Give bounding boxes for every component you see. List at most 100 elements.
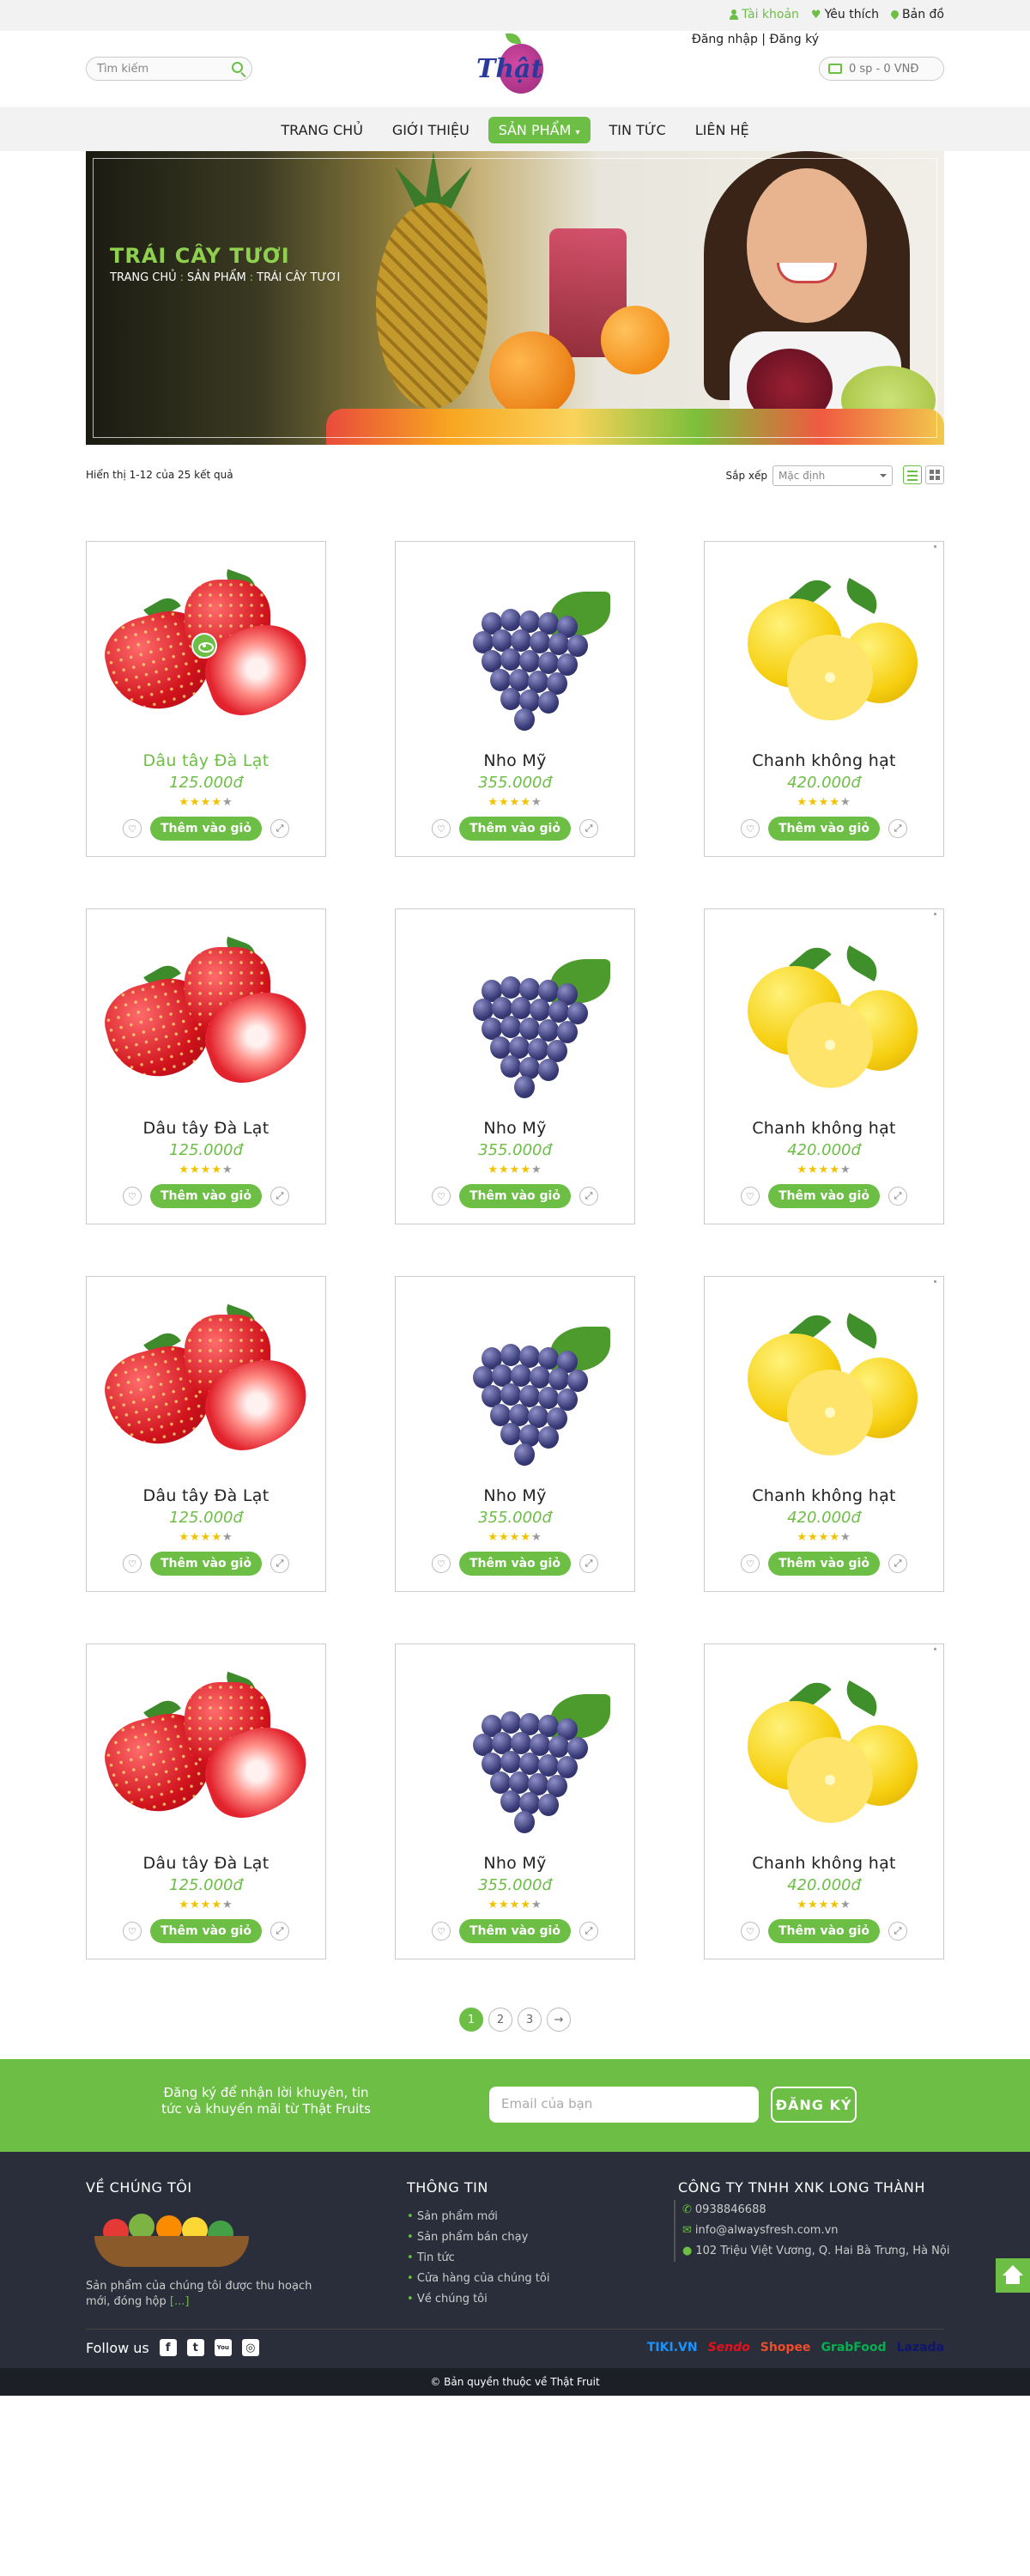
compare-icon[interactable]: ⤢ — [270, 1554, 289, 1573]
compare-icon[interactable]: ⤢ — [888, 1554, 907, 1573]
wishlist-heart-icon[interactable]: ♡ — [123, 1187, 142, 1206]
product-card[interactable]: Dâu tây Đà Lạt 125.000đ ★★★★★ ♡ Thêm vào… — [86, 908, 326, 1224]
compare-icon[interactable]: ⤢ — [888, 1187, 907, 1206]
add-to-cart-button[interactable]: Thêm vào giỏ — [768, 1184, 880, 1208]
shopee-logo[interactable]: Shopee — [760, 2341, 811, 2354]
product-card[interactable]: Nho Mỹ 355.000đ ★★★★★ ♡ Thêm vào giỏ ⤢ — [395, 908, 635, 1224]
footer-link-news[interactable]: Tin tức — [407, 2248, 549, 2269]
compare-icon[interactable]: ⤢ — [579, 819, 598, 838]
wishlist-heart-icon[interactable]: ♡ — [123, 1922, 142, 1941]
product-image[interactable] — [95, 1284, 317, 1474]
home-icon[interactable] — [996, 2258, 1030, 2293]
product-card[interactable]: Dâu tây Đà Lạt 125.000đ ★★★★★ ♡ Thêm vào… — [86, 541, 326, 857]
product-name[interactable]: Chanh không hạt — [705, 1854, 943, 1873]
wishlist-heart-icon[interactable]: ♡ — [741, 1187, 760, 1206]
product-card[interactable]: Dâu tây Đà Lạt 125.000đ ★★★★★ ♡ Thêm vào… — [86, 1276, 326, 1592]
wishlist-heart-icon[interactable]: ♡ — [432, 1554, 451, 1573]
wishlist-heart-icon[interactable]: ♡ — [123, 819, 142, 838]
footer-link-about[interactable]: Về chúng tôi — [407, 2289, 549, 2310]
nav-home[interactable]: TRANG CHỦ — [270, 117, 373, 143]
wishlist-heart-icon[interactable]: ♡ — [432, 819, 451, 838]
add-to-cart-button[interactable]: Thêm vào giỏ — [768, 1552, 880, 1576]
product-card[interactable]: Chanh không hạt 420.000đ ★★★★★ ♡ Thêm và… — [704, 908, 944, 1224]
wishlist-heart-icon[interactable]: ♡ — [741, 1554, 760, 1573]
page-1[interactable]: 1 — [459, 2008, 483, 2032]
instagram-icon[interactable]: ◎ — [241, 2339, 259, 2356]
add-to-cart-button[interactable]: Thêm vào giỏ — [459, 1184, 571, 1208]
youtube-icon[interactable]: You — [214, 2339, 232, 2356]
product-name[interactable]: Chanh không hạt — [705, 751, 943, 770]
compare-icon[interactable]: ⤢ — [270, 1922, 289, 1941]
login-register-link[interactable]: Đăng nhập | Đăng ký — [692, 33, 819, 46]
wishlist-heart-icon[interactable]: ♡ — [432, 1922, 451, 1941]
compare-icon[interactable]: ⤢ — [270, 819, 289, 838]
breadcrumb-home[interactable]: TRANG CHỦ — [110, 271, 177, 284]
phone[interactable]: 0938846688 — [695, 2203, 766, 2216]
footer-link-stores[interactable]: Cửa hàng của chúng tôi — [407, 2269, 550, 2289]
tiki-logo[interactable]: TIKI.VN — [647, 2341, 698, 2354]
facebook-icon[interactable]: f — [159, 2339, 177, 2356]
product-card[interactable]: Dâu tây Đà Lạt 125.000đ ★★★★★ ♡ Thêm vào… — [86, 1643, 326, 1959]
product-card[interactable]: Nho Mỹ 355.000đ ★★★★★ ♡ Thêm vào giỏ ⤢ — [395, 1276, 635, 1592]
product-image[interactable] — [404, 549, 626, 739]
product-name[interactable]: Chanh không hạt — [705, 1119, 943, 1138]
sendo-logo[interactable]: Sendo — [708, 2341, 750, 2354]
product-name[interactable]: Chanh không hạt — [705, 1486, 943, 1505]
list-view-icon[interactable] — [903, 465, 922, 484]
product-image[interactable] — [713, 549, 935, 739]
logo[interactable]: Thật — [471, 33, 548, 104]
product-card[interactable]: Chanh không hạt 420.000đ ★★★★★ ♡ Thêm và… — [704, 1276, 944, 1592]
product-name[interactable]: Dâu tây Đà Lạt — [87, 1486, 325, 1505]
wishlist-link[interactable]: ♥ Yêu thích — [811, 8, 879, 21]
product-image[interactable] — [404, 1651, 626, 1842]
read-more-link[interactable]: [...] — [170, 2295, 190, 2308]
email[interactable]: info@alwaysfresh.com.vn — [695, 2224, 839, 2237]
page-3[interactable]: 3 — [518, 2008, 542, 2032]
product-name[interactable]: Nho Mỹ — [396, 1854, 634, 1873]
nav-contact[interactable]: LIÊN HỆ — [685, 117, 760, 143]
lazada-logo[interactable]: Lazada — [897, 2341, 944, 2354]
add-to-cart-button[interactable]: Thêm vào giỏ — [459, 817, 571, 841]
compare-icon[interactable]: ⤢ — [270, 1187, 289, 1206]
compare-icon[interactable]: ⤢ — [579, 1922, 598, 1941]
breadcrumb-products[interactable]: SẢN PHẨM — [187, 271, 246, 284]
compare-icon[interactable]: ⤢ — [888, 1922, 907, 1941]
wishlist-heart-icon[interactable]: ♡ — [123, 1554, 142, 1573]
product-image[interactable] — [713, 1651, 935, 1842]
nav-products[interactable]: SẢN PHẨM ▾ — [488, 116, 591, 143]
add-to-cart-button[interactable]: Thêm vào giỏ — [150, 1919, 262, 1943]
nav-about[interactable]: GIỚI THIỆU — [382, 117, 480, 143]
search-icon[interactable] — [232, 62, 243, 73]
grid-view-icon[interactable] — [925, 465, 944, 484]
add-to-cart-button[interactable]: Thêm vào giỏ — [459, 1552, 571, 1576]
subscribe-button[interactable]: ĐĂNG KÝ — [771, 2087, 857, 2123]
sort-select[interactable]: Mặc định — [772, 465, 893, 486]
add-to-cart-button[interactable]: Thêm vào giỏ — [768, 817, 880, 841]
product-image[interactable] — [404, 916, 626, 1107]
cart-button[interactable]: 0 sp - 0 VNĐ — [819, 57, 944, 81]
product-image[interactable] — [713, 916, 935, 1107]
wishlist-heart-icon[interactable]: ♡ — [741, 819, 760, 838]
product-name[interactable]: Dâu tây Đà Lạt — [87, 751, 325, 770]
quick-view-eye-icon[interactable] — [191, 633, 217, 659]
add-to-cart-button[interactable]: Thêm vào giỏ — [150, 1552, 262, 1576]
page-2[interactable]: 2 — [488, 2008, 512, 2032]
product-card[interactable]: Nho Mỹ 355.000đ ★★★★★ ♡ Thêm vào giỏ ⤢ — [395, 1643, 635, 1959]
map-link[interactable]: Bản đồ — [891, 8, 944, 21]
compare-icon[interactable]: ⤢ — [579, 1187, 598, 1206]
product-name[interactable]: Dâu tây Đà Lạt — [87, 1119, 325, 1138]
add-to-cart-button[interactable]: Thêm vào giỏ — [459, 1919, 571, 1943]
twitter-icon[interactable]: t — [186, 2339, 204, 2356]
product-image[interactable] — [95, 1651, 317, 1842]
newsletter-email-input[interactable]: Email của bạn — [489, 2087, 759, 2123]
product-card[interactable]: Chanh không hạt 420.000đ ★★★★★ ♡ Thêm và… — [704, 1643, 944, 1959]
add-to-cart-button[interactable]: Thêm vào giỏ — [150, 817, 262, 841]
product-image[interactable] — [713, 1284, 935, 1474]
grabfood-logo[interactable]: GrabFood — [821, 2341, 886, 2354]
compare-icon[interactable]: ⤢ — [579, 1554, 598, 1573]
product-image[interactable] — [404, 1284, 626, 1474]
footer-link-new[interactable]: Sản phẩm mới — [407, 2207, 549, 2227]
footer-link-bestseller[interactable]: Sản phẩm bán chạy — [407, 2227, 549, 2248]
product-name[interactable]: Nho Mỹ — [396, 1486, 634, 1505]
add-to-cart-button[interactable]: Thêm vào giỏ — [150, 1184, 262, 1208]
